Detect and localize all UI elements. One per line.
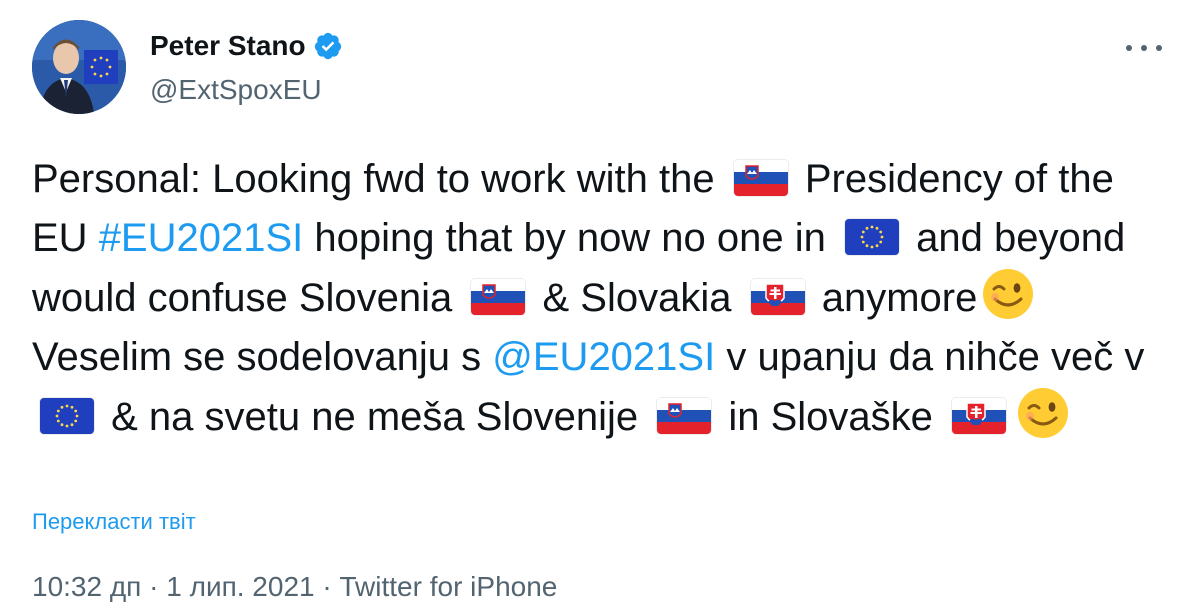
eu-flag-icon [845, 218, 900, 255]
slovenia-flag-icon [733, 160, 788, 196]
avatar[interactable] [32, 20, 126, 114]
hashtag-link[interactable]: #EU2021SI [99, 216, 304, 260]
tweet-time[interactable]: 10:32 дп [32, 571, 141, 602]
meta-separator: · [141, 571, 167, 602]
eu-flag-icon [40, 398, 94, 434]
author-name[interactable]: Peter Stano [150, 29, 306, 63]
tweet-text: Personal: Looking fwd to work with the P… [32, 150, 1162, 447]
meta-separator: · [314, 571, 340, 602]
winking-face-icon [1017, 388, 1068, 438]
winking-face-icon [983, 269, 1034, 319]
tweet-date[interactable]: 1 лип. 2021 [166, 571, 314, 602]
slovenia-flag-icon [471, 279, 526, 315]
mention-link[interactable]: @EU2021SI [492, 335, 715, 379]
author-name-row[interactable]: Peter Stano [150, 29, 343, 63]
author-handle[interactable]: @ExtSpoxEU [150, 73, 322, 107]
text-segment: & Slovakia [531, 276, 743, 320]
text-segment: & na svetu ne meša Slovenije [100, 395, 650, 439]
verified-badge-icon [314, 32, 341, 60]
tweet-source[interactable]: Twitter for iPhone [339, 571, 557, 602]
text-segment: hoping that by now no one in [303, 215, 838, 260]
translate-tweet-link[interactable]: Перекласти твіт [32, 508, 196, 536]
slovakia-flag-icon [750, 279, 805, 315]
text-segment: v upanju da nihče več v [715, 334, 1145, 379]
slovenia-flag-icon [657, 398, 712, 434]
slovakia-flag-icon [951, 398, 1006, 434]
tweet-meta: 10:32 дп · 1 лип. 2021 · Twitter for iPh… [32, 570, 557, 604]
text-segment: Veselim se sodelovanju s [32, 334, 493, 379]
text-segment: anymore [810, 276, 978, 320]
more-options-icon[interactable] [1126, 36, 1162, 60]
text-segment: in Slovaške [717, 395, 944, 439]
text-segment: Personal: Looking fwd to work with the [32, 157, 726, 201]
